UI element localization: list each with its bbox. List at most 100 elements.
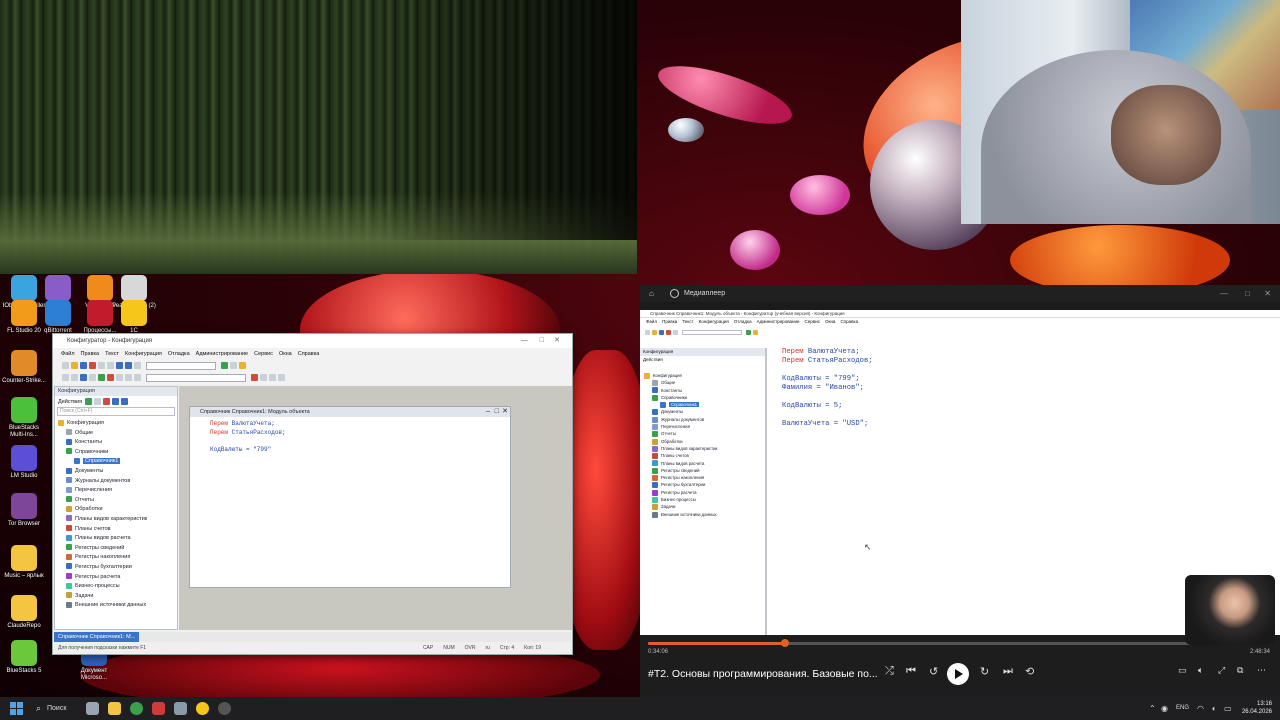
tree-item[interactable]: Журналы документов [644, 416, 761, 423]
run-icon[interactable] [221, 362, 228, 370]
menu-item[interactable]: Правка [81, 351, 100, 357]
toolbar-icon[interactable] [251, 374, 258, 382]
maximize-icon[interactable]: □ [1245, 285, 1250, 302]
configurator-window[interactable]: Конфигуратор - Конфигурация — □ ✕ Файл Пр… [52, 333, 573, 655]
obs-icon[interactable] [218, 702, 231, 715]
tree-item[interactable]: Планы видов расчета [644, 460, 761, 467]
tree-item[interactable]: Внешние источники данных [58, 601, 174, 611]
tree-item[interactable]: Планы видов характеристик [644, 445, 761, 452]
tree-item[interactable]: Планы видов характеристик [58, 515, 174, 525]
menu-item[interactable]: Сервис [254, 351, 273, 357]
search-combo[interactable] [146, 373, 246, 382]
taskbar-clock[interactable]: 13:16 26.04.2026 [1242, 700, 1272, 716]
play-button[interactable] [947, 663, 969, 685]
seek-bar[interactable] [648, 639, 1272, 647]
toolbar-icon[interactable] [71, 374, 78, 382]
taskbar-search[interactable]: Поиск [33, 700, 75, 717]
find-icon[interactable] [134, 362, 141, 370]
tree-item[interactable]: Отчеты [58, 496, 174, 506]
shuffle-icon[interactable]: ⤮ [885, 665, 894, 678]
tree-actions-menu[interactable]: Действия [58, 399, 82, 405]
maximize-icon[interactable]: □ [495, 407, 499, 417]
desktop-icon[interactable]: Counter-Strike... [2, 350, 46, 385]
save-icon[interactable] [80, 362, 87, 370]
next-icon[interactable]: ⏭ [1003, 665, 1013, 678]
tree-item[interactable]: Обработки [58, 505, 174, 515]
tree-item[interactable]: Задачи [58, 592, 174, 602]
vivaldi-icon[interactable] [152, 702, 165, 715]
tree-item[interactable]: Задачи [644, 503, 761, 511]
help-icon[interactable] [239, 362, 246, 370]
edit-icon[interactable] [93, 398, 101, 405]
tree-item[interactable]: Конфигурация [644, 372, 761, 379]
move-up-icon[interactable] [111, 398, 119, 405]
module-window-titlebar[interactable]: Справочник Справочник1: Модуль объекта –… [190, 407, 510, 417]
seek-bar-knob[interactable] [781, 639, 790, 647]
task-view-icon[interactable] [86, 702, 99, 715]
tree-item[interactable]: Конфигурация [58, 419, 174, 429]
debug-icon[interactable] [230, 362, 237, 370]
tree-item[interactable]: Регистры сведений [58, 544, 174, 554]
tree-item[interactable]: Регистры накопления [58, 553, 174, 563]
menu-item[interactable]: Администрирование [196, 351, 248, 357]
tree-item[interactable]: Константы [58, 438, 174, 448]
open-icon[interactable] [71, 362, 78, 370]
media-player-window[interactable]: ⌂ Медиаплеер — □ ✕ Справочник Справочник… [640, 285, 1280, 697]
close-icon[interactable]: ✕ [1264, 285, 1271, 302]
desktop-icon[interactable]: Music – ярлык [2, 545, 46, 580]
tree-item[interactable]: Справочник1 [58, 457, 174, 467]
toolbar-icon[interactable] [98, 374, 105, 382]
tree-item[interactable]: Регистры бухгалтерии [644, 481, 761, 489]
desktop-icon[interactable]: qBittorrent [36, 300, 80, 335]
previous-icon[interactable]: ⏮ [906, 665, 916, 678]
new-icon[interactable] [62, 362, 69, 370]
toolbar-icon[interactable] [269, 374, 276, 382]
toolbar-icon[interactable] [116, 374, 123, 382]
tray-chevron-icon[interactable]: ⌃ [1149, 697, 1156, 720]
tree-item[interactable]: Документы [58, 467, 174, 477]
tree-item[interactable]: Обработки [644, 438, 761, 445]
subtitles-icon[interactable]: ▭ [1178, 665, 1187, 676]
tree-item[interactable]: Перечисления [58, 486, 174, 496]
tree-item[interactable]: Справочник1 [644, 401, 761, 409]
redo-icon[interactable] [125, 362, 132, 370]
repeat-icon[interactable]: ⟲ [1025, 665, 1034, 678]
toolbar-icon[interactable] [278, 374, 285, 382]
menu-item[interactable]: Отладка [168, 351, 190, 357]
tree-item[interactable]: Регистры расчета [58, 573, 174, 583]
close-icon[interactable]: ✕ [554, 334, 560, 348]
menu-item[interactable]: Справка [298, 351, 320, 357]
code-editor[interactable]: Перем ВалютаУчета; Перем СтатьяРасходов; … [190, 417, 510, 454]
copy-icon[interactable] [98, 362, 105, 370]
home-icon[interactable]: ⌂ [649, 285, 654, 302]
toolbar-icon[interactable] [134, 374, 141, 382]
undo-icon[interactable] [116, 362, 123, 370]
menu-item[interactable]: Текст [105, 351, 119, 357]
configurator-titlebar[interactable]: Конфигуратор - Конфигурация — □ ✕ [53, 334, 572, 348]
tree-item[interactable]: Планы видов расчета [58, 534, 174, 544]
tree-item[interactable]: Планы счетов [644, 452, 761, 460]
tree-item[interactable]: Справочники [644, 394, 761, 401]
tree-item[interactable]: Справочники [58, 448, 174, 458]
tree-item[interactable]: Перечисления [644, 423, 761, 430]
cut-icon[interactable] [89, 362, 96, 370]
menu-item[interactable]: Окна [279, 351, 292, 357]
tree-item[interactable]: Регистры бухгалтерии [58, 563, 174, 573]
start-button[interactable] [10, 702, 23, 715]
toolbar-icon[interactable] [107, 374, 114, 382]
tab-module[interactable]: Справочник Справочник1: М... [54, 632, 140, 642]
toolbar-icon[interactable] [89, 374, 96, 382]
1c-icon[interactable] [196, 702, 209, 715]
fullscreen-icon[interactable]: ⤢ [1218, 665, 1225, 676]
tree-item[interactable]: Бизнес-процессы [644, 496, 761, 503]
find-combo[interactable] [146, 361, 216, 370]
tray-language[interactable]: ENG [1176, 697, 1189, 720]
close-icon[interactable]: ✕ [502, 407, 508, 417]
desktop-icon[interactable]: Tor Browser [2, 493, 46, 528]
move-down-icon[interactable] [120, 398, 128, 405]
desktop-icon[interactable]: 1С [112, 300, 156, 335]
desktop-icon[interactable]: ClaudeRepo [2, 595, 46, 630]
forward-icon[interactable]: ↻ [980, 665, 989, 678]
tree-item[interactable]: Регистры расчета [644, 489, 761, 496]
minimize-icon[interactable]: — [521, 334, 528, 348]
